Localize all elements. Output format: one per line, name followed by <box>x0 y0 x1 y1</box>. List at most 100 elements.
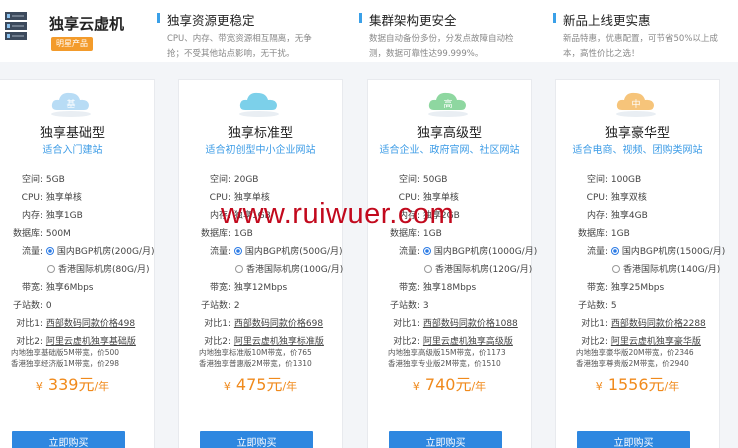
row-label: 空间: <box>209 175 231 185</box>
line-option-label[interactable]: 香港国际机房(100G/月) <box>246 265 343 275</box>
row-label: 对比1: <box>393 319 420 329</box>
price-unit: /年 <box>94 380 110 393</box>
compare-note: 香港独享尊贵版2M带宽，价2940 <box>576 359 689 368</box>
compare-note: 内地独享豪华版20M带宽，价2346 <box>576 348 694 357</box>
plan-name: 独享标准型 <box>227 126 293 141</box>
row-label: 内存: <box>21 211 43 221</box>
buy-now-button[interactable]: 立即购买 <box>200 431 313 448</box>
line-option-hk[interactable]: 香港国际机房(100G/月) <box>235 262 343 275</box>
cpu-row: CPU: 独享单核 <box>5 190 82 203</box>
radio-unselected[interactable] <box>424 265 432 273</box>
compare2-link[interactable]: 阿里云虚机独享高级版 <box>423 337 513 347</box>
bandwidth-row: 带宽: 独享18Mbps <box>382 280 476 293</box>
bandwidth-value: 独享18Mbps <box>422 283 477 293</box>
compare2-link[interactable]: 阿里云虚机独享豪华版 <box>611 337 701 347</box>
plan-card: 基 独享基础型 适合入门建站 空间: 5GB CPU: 独享单核 内存: 独享1… <box>0 79 155 448</box>
compare1-link[interactable]: 西部数码同款价格1088 <box>423 319 518 329</box>
row-label: 流量: <box>209 247 231 257</box>
line-option-label[interactable]: 国内BGP机房(200G/月) <box>57 247 155 257</box>
line-option-hk[interactable]: 香港国际机房(120G/月) <box>424 262 532 275</box>
line-option-hk[interactable]: 香港国际机房(80G/月) <box>47 262 149 275</box>
line-option-label[interactable]: 国内BGP机房(1500G/月) <box>622 247 725 257</box>
radio-selected[interactable] <box>45 247 54 255</box>
row-label: 空间: <box>586 175 608 185</box>
currency-symbol: ¥ <box>595 380 603 393</box>
radio-selected[interactable] <box>422 247 431 255</box>
feature-desc: CPU、内存、带宽资源相互隔离，无争 <box>167 34 312 44</box>
row-label: 内存: <box>586 211 608 221</box>
compare-note: 香港独享经济版1M带宽，价298 <box>11 359 120 368</box>
feature-stable: 独享资源更稳定 CPU、内存、带宽资源相互隔离，无争 抢；不受其他站点影响，无干… <box>157 10 327 62</box>
row-label: 对比2: <box>204 337 231 347</box>
svg-text:基: 基 <box>66 98 75 110</box>
price-unit: /年 <box>282 380 298 393</box>
cpu-row: CPU: 独享双核 <box>570 190 647 203</box>
plan-subtitle: 适合电商、视频、团购类网站 <box>572 145 703 156</box>
radio-selected[interactable] <box>233 247 242 255</box>
line-option-label[interactable]: 香港国际机房(120G/月) <box>435 265 532 275</box>
line-option-label[interactable]: 香港国际机房(80G/月) <box>58 265 149 275</box>
cpu-value: 独享单核 <box>45 193 82 203</box>
space-row: 空间: 50GB <box>382 172 448 185</box>
sites-value: 5 <box>610 301 617 311</box>
bandwidth-value: 独享6Mbps <box>45 283 94 293</box>
row-label: 空间: <box>398 175 420 185</box>
sites-value: 2 <box>233 301 240 311</box>
database-row: 数据库: 500M <box>5 226 71 239</box>
bandwidth-row: 带宽: 独享25Mbps <box>570 280 664 293</box>
compare2-link[interactable]: 阿里云虚机独享标准版 <box>234 337 324 347</box>
compare-note: 香港独享专业版2M带宽，价1510 <box>388 359 501 368</box>
feature-desc: 数据自动备份多份，分发点故障自动检 <box>369 34 514 44</box>
buy-now-button[interactable]: 立即购买 <box>577 431 690 448</box>
line-option-bgp[interactable]: 流量: 国内BGP机房(1000G/月) <box>382 244 537 257</box>
plan-subtitle: 适合初创型中小企业网站 <box>205 145 316 156</box>
compare1-link[interactable]: 西部数码同款价格2288 <box>611 319 706 329</box>
memory-value: 独享4GB <box>610 211 648 221</box>
row-label: 对比2: <box>581 337 608 347</box>
compare2-link[interactable]: 阿里云虚机独享基础版 <box>46 337 136 347</box>
radio-unselected[interactable] <box>47 265 55 273</box>
memory-value: 独享1GB <box>45 211 83 221</box>
row-label: 带宽: <box>398 283 420 293</box>
plan-name: 独享豪华型 <box>604 126 670 141</box>
row-label: 带宽: <box>209 283 231 293</box>
star-product-badge: 明星产品 <box>51 37 93 51</box>
price-value: 740元 <box>424 375 472 394</box>
line-option-label[interactable]: 国内BGP机房(1000G/月) <box>434 247 537 257</box>
buy-now-button[interactable]: 立即购买 <box>12 431 125 448</box>
luxury-cloud-icon: 中 <box>616 92 656 117</box>
buy-now-button[interactable]: 立即购买 <box>389 431 502 448</box>
line-option-hk[interactable]: 香港国际机房(140G/月) <box>612 262 720 275</box>
compare1-link[interactable]: 西部数码同款价格698 <box>234 319 323 329</box>
line-option-bgp[interactable]: 流量: 国内BGP机房(200G/月) <box>5 244 155 257</box>
database-value: 500M <box>45 229 71 239</box>
space-value: 100GB <box>610 175 642 185</box>
price-unit: /年 <box>664 380 680 393</box>
line-option-bgp[interactable]: 流量: 国内BGP机房(1500G/月) <box>570 244 725 257</box>
memory-row: 内存: 独享1GB <box>5 208 83 221</box>
row-label: 子站数: <box>12 301 43 311</box>
compare1-row: 对比1: 西部数码同款价格498 <box>5 316 135 329</box>
row-label: CPU: <box>21 193 43 203</box>
row-label: 空间: <box>21 175 43 185</box>
compare-note: 香港独享普惠版2M带宽，价1310 <box>199 359 312 368</box>
feature-desc: 新品特惠，优惠配置，可节省50%以上成 <box>563 34 718 44</box>
plan-subtitle: 适合入门建站 <box>42 145 103 156</box>
radio-unselected[interactable] <box>612 265 620 273</box>
sites-row: 子站数: 0 <box>5 298 52 311</box>
bandwidth-value: 独享25Mbps <box>610 283 665 293</box>
feature-desc: 测，数据可靠性达99.999%。 <box>369 49 484 59</box>
plan-subtitle: 适合企业、政府官网、社区网站 <box>379 145 520 156</box>
plan-card: 中 独享豪华型 适合电商、视频、团购类网站 空间: 100GB CPU: 独享双… <box>555 79 725 448</box>
sites-value: 0 <box>45 301 52 311</box>
radio-selected[interactable] <box>610 247 619 255</box>
plan-name: 独享高级型 <box>416 126 482 141</box>
line-option-label[interactable]: 香港国际机房(140G/月) <box>623 265 720 275</box>
line-option-bgp[interactable]: 流量: 国内BGP机房(500G/月) <box>193 244 343 257</box>
database-value: 1GB <box>610 229 630 239</box>
compare1-link[interactable]: 西部数码同款价格498 <box>46 319 135 329</box>
radio-unselected[interactable] <box>235 265 243 273</box>
plan-price: ¥ 475元/年 <box>179 371 342 395</box>
line-option-label[interactable]: 国内BGP机房(500G/月) <box>245 247 343 257</box>
compare1-row: 对比1: 西部数码同款价格1088 <box>382 316 518 329</box>
